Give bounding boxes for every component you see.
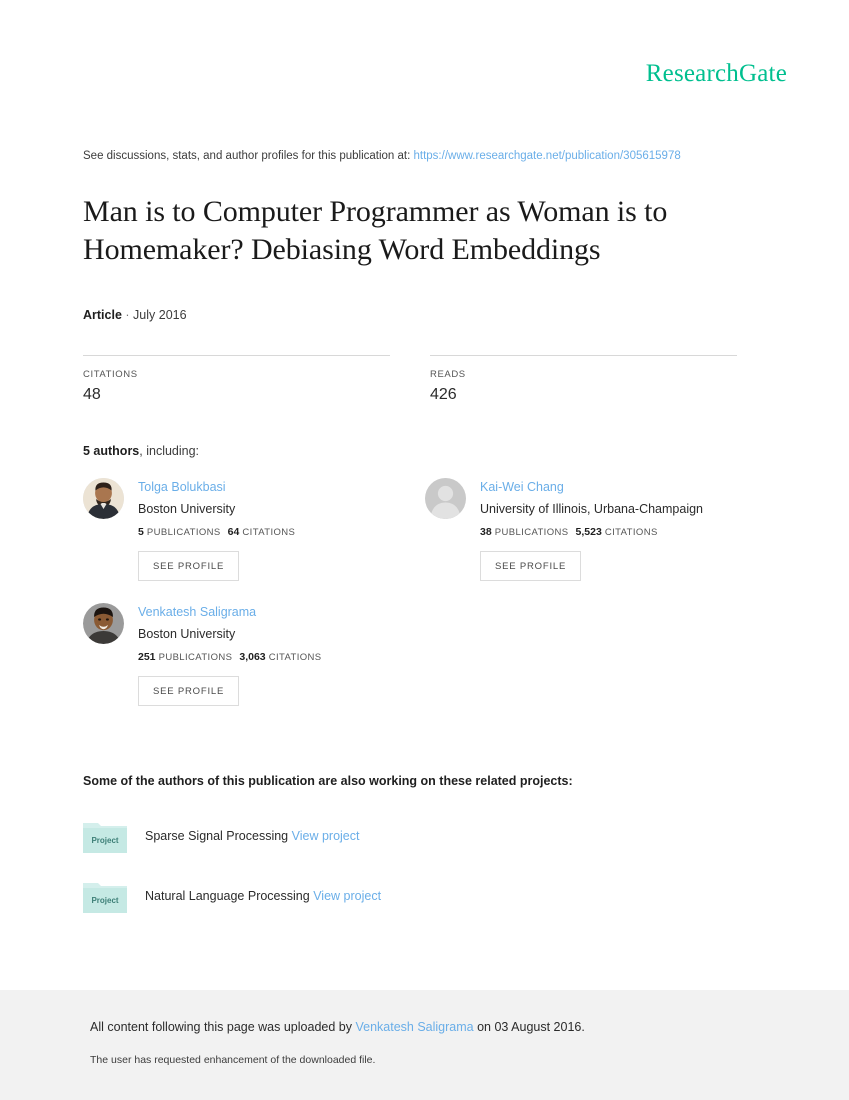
metric-divider <box>83 355 390 356</box>
author-citations-count: 3,063 <box>239 651 266 663</box>
footer-enhancement-note: The user has requested enhancement of th… <box>90 1054 376 1066</box>
article-type: Article <box>83 308 122 322</box>
discussion-prefix: See discussions, stats, and author profi… <box>83 150 411 162</box>
metric-value: 426 <box>430 386 457 403</box>
footer-upload-line: All content following this page was uplo… <box>90 1020 585 1034</box>
metric-label: READS <box>430 369 466 380</box>
author-stats: 38 PUBLICATIONS 5,523 CITATIONS <box>480 526 703 538</box>
author-citations-count: 64 <box>227 526 240 538</box>
placeholder-avatar-icon <box>425 478 466 519</box>
footer-upload-prefix: All content following this page was uplo… <box>90 1020 352 1034</box>
metrics-row: CITATIONS 48 READS 426 <box>83 355 773 404</box>
author-publications-label: PUBLICATIONS <box>494 527 569 538</box>
author-affiliation: Boston University <box>138 627 236 641</box>
author-info: Venkatesh Saligrama Boston University 25… <box>138 603 322 706</box>
project-folder-icon: Project <box>83 879 127 913</box>
footer-upload-suffix: on 03 August 2016. <box>477 1020 585 1034</box>
footer-band: All content following this page was uplo… <box>0 990 849 1100</box>
authors-count-suffix: , including: <box>139 444 200 458</box>
article-meta-separator: · <box>125 308 130 322</box>
project-text: Sparse Signal Processing View project <box>145 828 359 844</box>
author-citations-label: CITATIONS <box>604 527 658 538</box>
project-row: Project Sparse Signal Processing View pr… <box>83 819 773 853</box>
authors-count: 5 authors <box>83 444 140 458</box>
discussion-line: See discussions, stats, and author profi… <box>83 149 773 163</box>
project-folder-icon: Project <box>83 819 127 853</box>
author-card: Kai-Wei Chang University of Illinois, Ur… <box>425 478 767 581</box>
project-row: Project Natural Language Processing View… <box>83 879 773 913</box>
metric-reads: READS 426 <box>430 355 737 404</box>
author-name-link[interactable]: Venkatesh Saligrama <box>138 604 322 620</box>
project-name: Natural Language Processing <box>145 889 310 903</box>
page-title: Man is to Computer Programmer as Woman i… <box>83 195 668 266</box>
author-card: Venkatesh Saligrama Boston University 25… <box>83 603 425 706</box>
author-info: Tolga Bolukbasi Boston University 5 PUBL… <box>138 478 295 581</box>
metric-citations: CITATIONS 48 <box>83 355 390 404</box>
author-publications-count: 5 <box>138 526 144 538</box>
author-citations-label: CITATIONS <box>268 652 322 663</box>
project-folder-icon-label: Project <box>91 896 118 905</box>
author-publications-count: 251 <box>138 651 156 663</box>
avatar[interactable] <box>425 478 466 519</box>
author-publications-label: PUBLICATIONS <box>158 652 233 663</box>
projects-heading: Some of the authors of this publication … <box>83 774 573 788</box>
authors-grid: Tolga Bolukbasi Boston University 5 PUBL… <box>83 478 773 728</box>
footer-uploader-link[interactable]: Venkatesh Saligrama <box>355 1020 473 1034</box>
author-citations-count: 5,523 <box>575 526 602 538</box>
metric-divider <box>430 355 737 356</box>
metric-value: 48 <box>83 386 101 403</box>
author-name-link[interactable]: Kai-Wei Chang <box>480 479 703 495</box>
author-citations-label: CITATIONS <box>242 527 296 538</box>
author-info: Kai-Wei Chang University of Illinois, Ur… <box>480 478 703 581</box>
project-text: Natural Language Processing View project <box>145 888 381 904</box>
author-affiliation: Boston University <box>138 502 236 516</box>
project-folder-icon-label: Project <box>91 836 118 845</box>
avatar[interactable] <box>83 603 124 644</box>
author-stats: 251 PUBLICATIONS 3,063 CITATIONS <box>138 651 322 663</box>
author-publications-count: 38 <box>480 526 492 538</box>
article-date: July 2016 <box>133 308 187 322</box>
see-profile-button[interactable]: SEE PROFILE <box>480 551 582 581</box>
photo-avatar-icon <box>83 478 124 519</box>
author-name-link[interactable]: Tolga Bolukbasi <box>138 479 295 495</box>
publication-url-link[interactable]: https://www.researchgate.net/publication… <box>414 150 681 162</box>
see-profile-button[interactable]: SEE PROFILE <box>138 551 240 581</box>
author-stats: 5 PUBLICATIONS 64 CITATIONS <box>138 526 295 538</box>
project-name: Sparse Signal Processing <box>145 829 289 843</box>
photo-avatar-icon <box>83 603 124 644</box>
author-affiliation: University of Illinois, Urbana-Champaign <box>480 502 704 516</box>
avatar[interactable] <box>83 478 124 519</box>
view-project-link[interactable]: View project <box>292 829 360 843</box>
author-card: Tolga Bolukbasi Boston University 5 PUBL… <box>83 478 425 581</box>
author-publications-label: PUBLICATIONS <box>146 527 221 538</box>
article-meta: Article · July 2016 <box>83 308 773 322</box>
authors-heading: 5 authors, including: <box>83 444 773 458</box>
view-project-link[interactable]: View project <box>313 889 381 903</box>
see-profile-button[interactable]: SEE PROFILE <box>138 676 240 706</box>
content-column: See discussions, stats, and author profi… <box>83 0 773 913</box>
publication-cover-page: ResearchGate See discussions, stats, and… <box>0 0 849 1100</box>
metric-label: CITATIONS <box>83 369 138 380</box>
